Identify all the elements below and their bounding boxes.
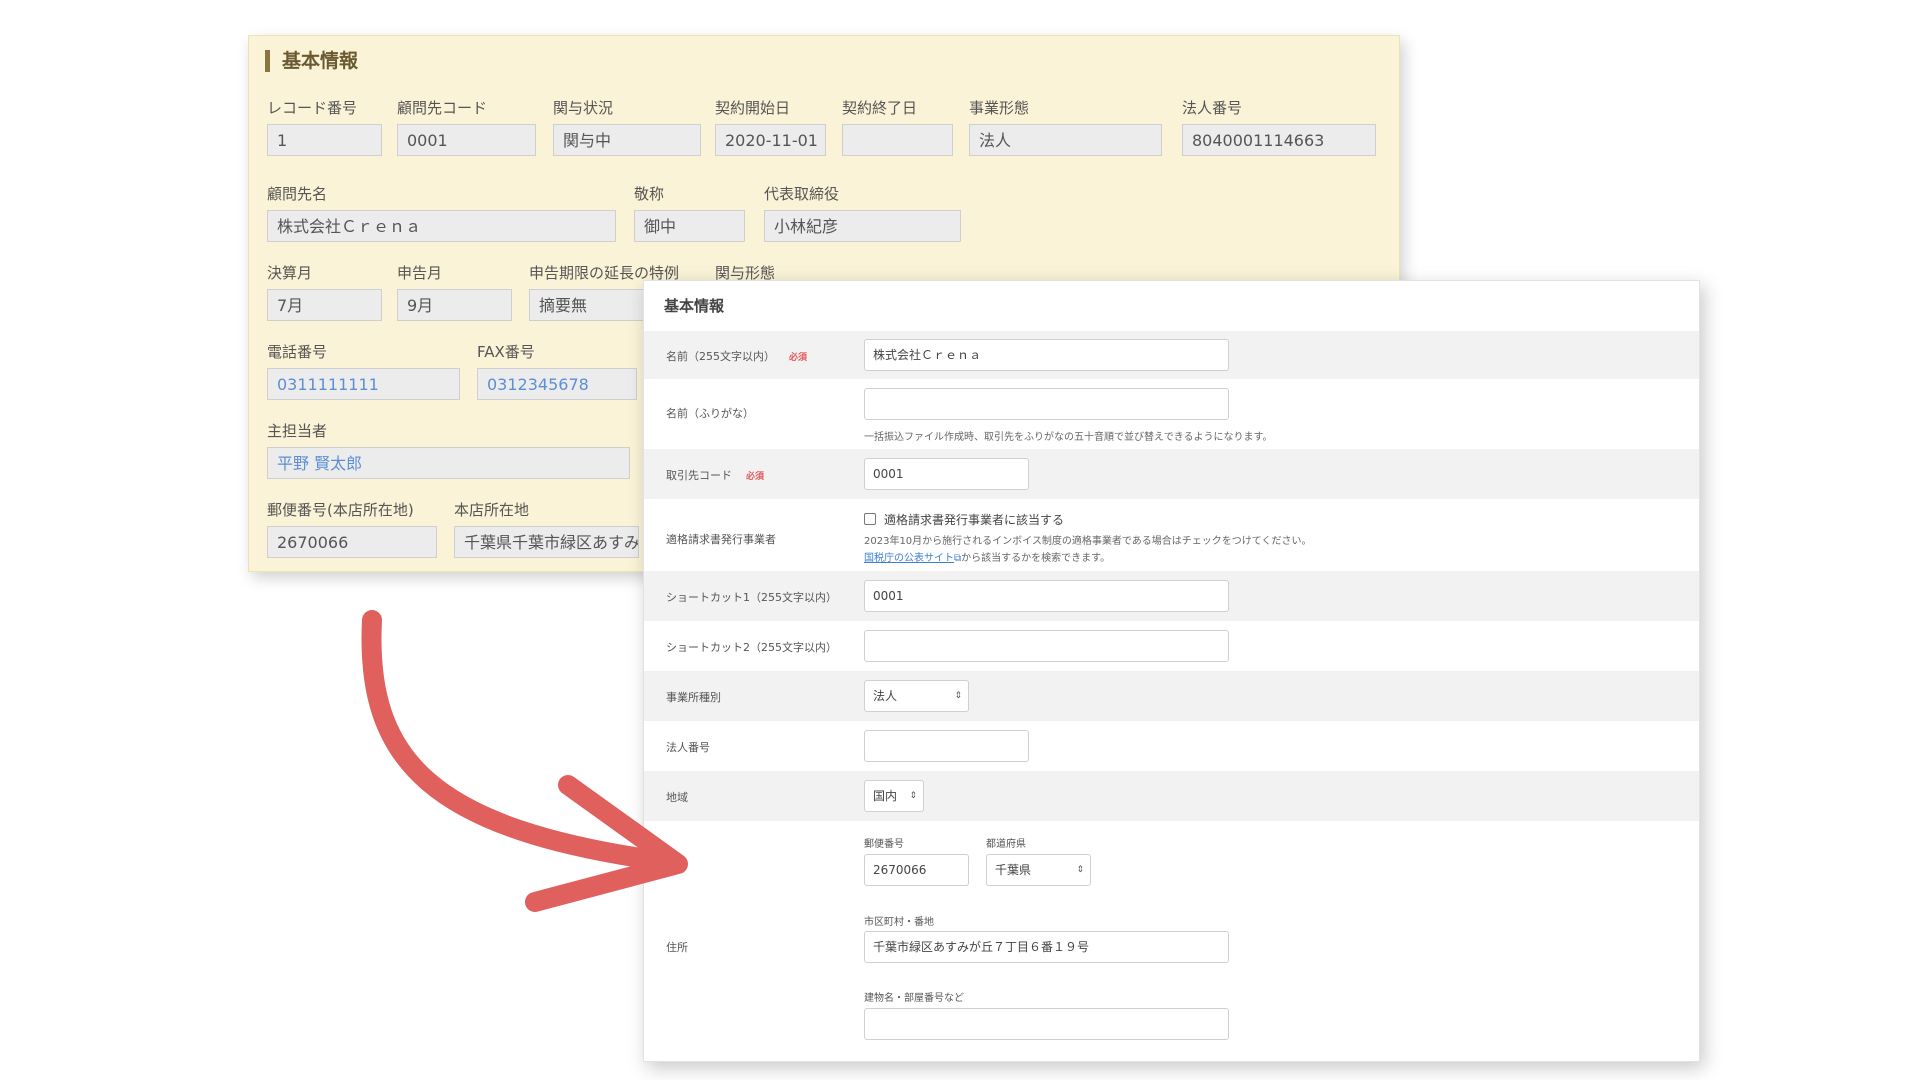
migration-arrow-icon	[361, 610, 688, 912]
